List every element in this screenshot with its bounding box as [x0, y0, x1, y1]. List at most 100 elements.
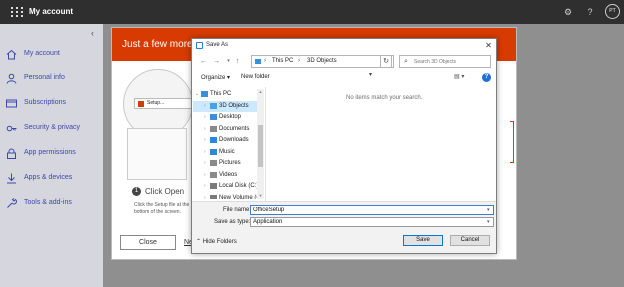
download-icon [7, 173, 16, 184]
search-input[interactable] [414, 57, 489, 66]
organize-menu[interactable]: Organize ▾ [201, 74, 230, 81]
step-number: 1 [132, 187, 141, 196]
cancel-button[interactable]: Cancel [450, 235, 490, 246]
expand-chevron-icon[interactable]: ⌄ [195, 91, 199, 97]
tree-item[interactable]: › Downloads [193, 135, 258, 146]
save-type-select[interactable]: Application [250, 217, 494, 227]
scroll-down-icon[interactable]: ▼ [257, 193, 264, 199]
office-logo-icon [138, 101, 144, 107]
back-arrow-icon[interactable]: ← [199, 57, 208, 66]
breadcrumb-3d-objects[interactable]: 3D Objects [307, 58, 337, 64]
dialog-title: Save As [206, 42, 229, 48]
dialog-titlebar[interactable]: Save As ✕ [192, 39, 496, 52]
expand-chevron-icon[interactable]: › [204, 103, 206, 109]
step-frame [510, 121, 514, 163]
sidebar-item-my-account[interactable]: My account [0, 46, 103, 64]
file-name-label: File name: [223, 207, 252, 213]
home-icon [6, 49, 17, 60]
avatar[interactable]: PT [605, 4, 620, 19]
expand-chevron-icon[interactable]: › [204, 149, 206, 155]
tree-item[interactable]: › Local Disk (C:) [193, 181, 258, 192]
sidebar-item-subscriptions[interactable]: Subscriptions [0, 95, 103, 113]
file-name-field[interactable] [250, 205, 494, 215]
tree-item[interactable]: › Music [193, 147, 258, 158]
browser-illustration [127, 128, 187, 180]
close-icon[interactable]: ✕ [483, 40, 494, 51]
expand-chevron-icon[interactable]: › [204, 195, 206, 200]
expand-chevron-icon[interactable]: › [204, 183, 206, 189]
tree-item[interactable]: › Desktop [193, 112, 258, 123]
recent-locations-icon[interactable]: ▾ [224, 57, 233, 66]
tree-item-label: Downloads [219, 137, 249, 143]
hide-folders-label: Hide Folders [202, 239, 237, 245]
scroll-up-icon[interactable]: ▲ [257, 89, 264, 95]
help-icon[interactable]: ? [482, 73, 491, 82]
folder-icon [210, 125, 217, 132]
expand-chevron-icon[interactable]: › [204, 114, 206, 120]
dialog-toolbar: Organize ▾ New folder ▤ ▾ ? [192, 71, 496, 85]
sidebar-item-label: Subscriptions [24, 99, 67, 106]
chevron-down-icon[interactable]: ▾ [487, 207, 490, 213]
sidebar-item-label: Personal info [24, 74, 65, 81]
sidebar-item-apps-devices[interactable]: Apps & devices [0, 170, 103, 188]
sidebar-item-tools-addins[interactable]: Tools & add-ins [0, 195, 103, 213]
tree-item[interactable]: › New Volume (G [193, 193, 261, 200]
up-arrow-icon[interactable]: ↑ [233, 57, 242, 66]
folder-icon [210, 171, 217, 178]
panel-title: Just a few more s [122, 39, 201, 50]
folder-icon [210, 183, 217, 189]
folder-icon [210, 137, 217, 143]
chevron-right-icon[interactable]: › [298, 58, 300, 64]
chevron-right-icon[interactable]: › [264, 58, 266, 64]
forward-arrow-icon[interactable]: → [212, 57, 221, 66]
folder-icon [210, 114, 217, 120]
app-title: My account [29, 7, 74, 16]
tree-item[interactable]: › Videos [193, 170, 258, 181]
navigation-pane: ⌄ This PC › 3D Objects › Desktop › Documents › Do… [193, 89, 264, 199]
folder-icon [210, 102, 217, 109]
view-options-icon[interactable]: ▤ ▾ [454, 73, 468, 82]
folder-icon [255, 59, 261, 64]
wrench-icon [7, 198, 17, 208]
expand-chevron-icon[interactable]: › [204, 172, 206, 178]
lock-icon [7, 148, 16, 159]
expand-chevron-icon[interactable]: › [204, 137, 206, 143]
sidebar-item-personal-info[interactable]: Personal info [0, 70, 103, 88]
sidebar-item-app-permissions[interactable]: App permissions [0, 145, 103, 163]
dialog-app-icon [196, 42, 203, 49]
tree-item[interactable]: ⌄ This PC [193, 89, 258, 100]
tree-item-label: Local Disk (C:) [219, 183, 259, 189]
scrollbar-thumb[interactable] [258, 125, 263, 167]
pane-divider[interactable] [265, 87, 266, 201]
tree-item[interactable]: › Pictures [193, 158, 258, 169]
app-launcher-icon[interactable] [10, 5, 24, 19]
chevron-left-icon[interactable]: ‹ [91, 28, 94, 38]
settings-icon[interactable]: ⚙ [562, 6, 574, 18]
tree-item-label: Documents [219, 125, 250, 132]
search-icon: ⌕ [404, 58, 408, 65]
sidebar-item-security-privacy[interactable]: Security & privacy [0, 120, 103, 138]
tree-item-label: Desktop [219, 114, 242, 120]
search-box[interactable]: ⌕ [399, 55, 491, 68]
close-button[interactable]: Close [120, 235, 176, 250]
hide-folders-toggle[interactable]: ⌃ Hide Folders [196, 238, 237, 245]
expand-chevron-icon[interactable]: › [204, 160, 206, 166]
sidebar: My account Personal info Subscriptions S… [0, 24, 103, 287]
tree-item[interactable]: › 3D Objects [193, 100, 258, 112]
path-breadcrumb[interactable]: › This PC › 3D Objects [251, 55, 394, 68]
breadcrumb-this-pc[interactable]: This PC [272, 58, 293, 64]
navigation-scrollbar[interactable]: ▲ ▼ [257, 89, 264, 199]
expand-chevron-icon[interactable]: › [204, 126, 206, 132]
save-as-dialog: Save As ✕ ← → ▾ ↑ › This PC › 3D Objects… [191, 38, 497, 254]
step-title: Click Open [145, 187, 185, 196]
chevron-up-icon: ⌃ [196, 239, 202, 245]
chevron-down-icon[interactable]: ▾ [487, 219, 490, 225]
tree-item-label: Music [219, 148, 235, 155]
refresh-icon[interactable]: ↻ [380, 55, 392, 68]
tree-item[interactable]: › Documents [193, 124, 258, 135]
save-button[interactable]: Save [403, 235, 443, 246]
save-form: File name: ▾ Save as type: Application ▾ [192, 201, 496, 231]
help-icon[interactable]: ? [584, 6, 596, 18]
folder-icon [201, 91, 208, 97]
new-folder-button[interactable]: New folder [241, 74, 270, 80]
